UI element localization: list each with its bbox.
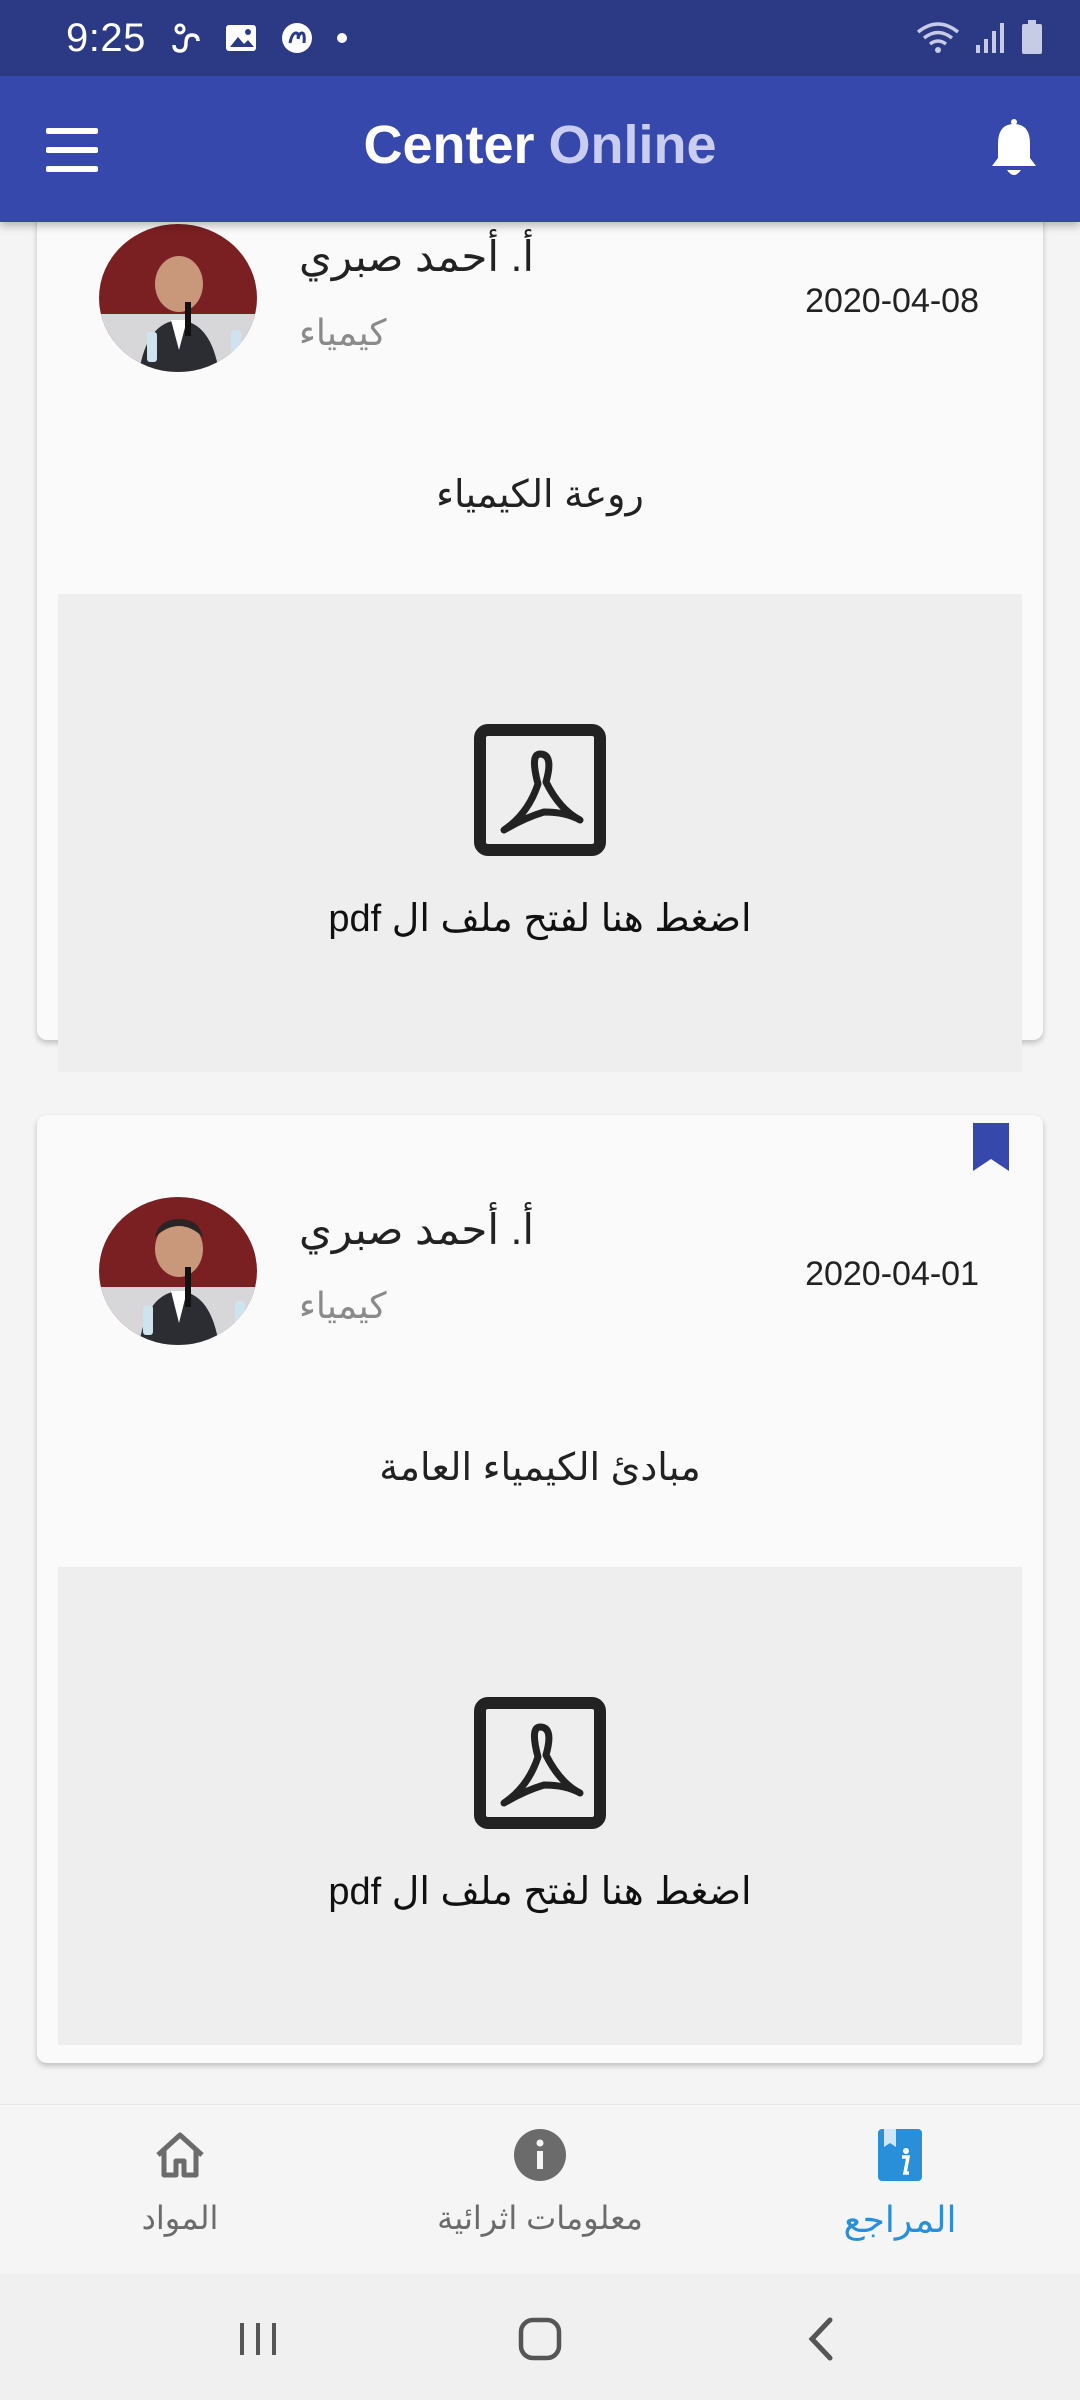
wifi-icon	[916, 20, 960, 56]
nav-item-enrichment-info[interactable]: معلومات اثرائية	[360, 2125, 720, 2265]
app-bar: Center Online	[0, 76, 1080, 222]
app-title-part1: Center	[363, 115, 535, 175]
open-pdf-button[interactable]: اضغط هنا لفتح ملف ال pdf	[58, 1567, 1022, 2045]
app-title: Center Online	[0, 114, 1080, 176]
info-icon	[510, 2125, 570, 2185]
nav-label: معلومات اثرائية	[437, 2200, 643, 2236]
nav-label: المواد	[141, 2200, 219, 2236]
link-icon	[168, 21, 202, 55]
avatar	[99, 224, 257, 372]
pdf-file-icon	[474, 724, 606, 856]
post-card: أ. أحمد صبري كيمياء 2020-04-08 روعة الكي…	[37, 222, 1043, 1072]
nav-label: المراجع	[843, 2199, 957, 2240]
nav-item-materials[interactable]: المواد	[0, 2125, 360, 2265]
posts-list: أ. أحمد صبري كيمياء 2020-04-08 روعة الكي…	[0, 222, 1080, 2104]
image-icon	[224, 23, 258, 53]
status-system-icons	[916, 20, 1044, 56]
post-title: مبادئ الكيمياء العامة	[379, 1447, 701, 1489]
status-notification-icons	[168, 21, 348, 55]
pdf-file-icon	[474, 1697, 606, 1829]
app-title-part2: Online	[548, 115, 717, 175]
author-name: أ. أحمد صبري	[299, 1206, 535, 1253]
recent-apps-icon[interactable]	[218, 2304, 298, 2374]
nav-item-references[interactable]: المراجع	[720, 2125, 1080, 2265]
battery-icon	[1020, 20, 1044, 56]
post-date: 2020-04-08	[805, 282, 979, 320]
post-card: أ. أحمد صبري كيمياء 2020-04-01 مبادئ الك…	[37, 1115, 1043, 2063]
status-bar: 9:25	[0, 0, 1080, 76]
post-title: روعة الكيمياء	[436, 474, 644, 516]
pdf-label: اضغط هنا لفتح ملف ال pdf	[328, 898, 752, 940]
signal-icon	[974, 21, 1006, 55]
home-icon	[150, 2125, 210, 2185]
system-navigation-bar	[0, 2274, 1080, 2400]
bookmark-icon[interactable]	[971, 1123, 1011, 1173]
pdf-label: اضغط هنا لفتح ملف ال pdf	[328, 1871, 752, 1913]
app-icon	[280, 21, 314, 55]
open-pdf-button[interactable]: اضغط هنا لفتح ملف ال pdf	[58, 594, 1022, 1072]
back-icon[interactable]	[782, 2304, 862, 2374]
dot-icon	[336, 32, 348, 44]
author-subject: كيمياء	[299, 312, 387, 353]
bottom-navigation: المواد معلومات اثرائية المراجع	[0, 2104, 1080, 2274]
book-info-icon	[870, 2125, 930, 2185]
author-name: أ. أحمد صبري	[299, 233, 535, 280]
home-button-icon[interactable]	[500, 2304, 580, 2374]
bell-icon[interactable]	[984, 118, 1044, 182]
post-date: 2020-04-01	[805, 1255, 979, 1293]
author-subject: كيمياء	[299, 1285, 387, 1326]
status-time: 9:25	[66, 15, 146, 60]
avatar	[99, 1197, 257, 1345]
